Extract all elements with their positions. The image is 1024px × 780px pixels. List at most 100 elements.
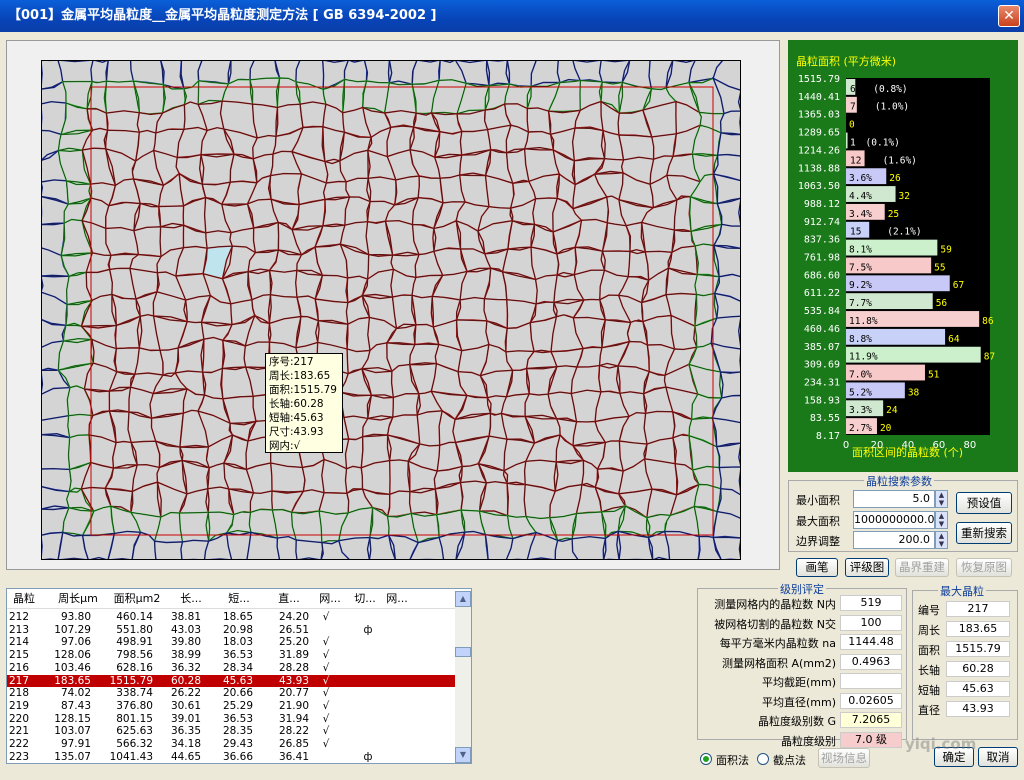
max-area-input[interactable]: 1000000000.0 xyxy=(853,511,935,529)
table-cell: 376.80 xyxy=(116,699,153,712)
grading-value: 100 xyxy=(840,614,902,631)
grading-label: 被网格切割的晶粒数 N交 xyxy=(714,617,836,631)
table-row[interactable]: 220 128.15 801.15 39.01 36.53 31.94 √ xyxy=(7,713,455,726)
table-row[interactable]: 221 103.07 625.63 36.35 28.35 28.22 √ xyxy=(7,725,455,738)
grain xyxy=(201,336,225,374)
table-row[interactable]: 215 128.06 798.56 38.99 36.53 31.89 √ xyxy=(7,649,455,662)
y-tick-label: 309.69 xyxy=(804,360,840,371)
grain xyxy=(105,60,135,84)
cancel-button[interactable]: 取消 xyxy=(978,747,1018,767)
restore-button[interactable]: 恢复原图 xyxy=(956,558,1012,577)
grain xyxy=(388,459,411,496)
table-cell: 460.14 xyxy=(116,611,153,623)
column-header[interactable]: 周长μm xyxy=(49,589,107,609)
min-area-input[interactable]: 5.0 xyxy=(853,490,935,508)
table-row[interactable]: 217 183.65 1515.79 60.28 45.63 43.93 √ xyxy=(7,674,455,687)
rebuild-button[interactable]: 晶界重建 xyxy=(895,558,949,577)
table-cell: √ xyxy=(322,725,330,738)
table-cell: 214 xyxy=(8,636,29,649)
brush-button[interactable]: 画笔 xyxy=(796,558,838,577)
field-info-button[interactable]: 视场信息 xyxy=(818,748,870,768)
tooltip-line: 面积:1515.79 xyxy=(269,384,337,396)
ok-button[interactable]: 确定 xyxy=(934,747,974,767)
grain xyxy=(411,294,435,328)
column-header[interactable]: 网... xyxy=(313,589,347,609)
table-row[interactable]: 218 74.02 338.74 26.22 20.66 20.77 √ xyxy=(7,687,455,700)
table-cell: ф xyxy=(363,623,373,636)
method-intercept-label[interactable]: 截点法 xyxy=(773,752,806,768)
y-tick-label: 158.93 xyxy=(804,395,840,406)
grain xyxy=(716,131,741,157)
table-row[interactable]: 223 135.07 1041.43 44.65 36.66 36.41 ф xyxy=(7,750,455,763)
method-area-label[interactable]: 面积法 xyxy=(716,752,749,768)
max-grain-label: 编号 xyxy=(918,604,940,617)
histogram-plot: 1515.79 1440.41 1365.03 1289.65 1214.26 1138.… xyxy=(798,74,995,450)
table-cell: 36.66 xyxy=(222,750,253,763)
table-cell: 798.56 xyxy=(116,649,153,662)
method-area-radio[interactable] xyxy=(700,753,712,765)
column-header[interactable]: 面积μm2 xyxy=(107,589,167,609)
value-label: 86 xyxy=(982,316,994,327)
column-header[interactable]: 切... xyxy=(349,589,381,609)
scroll-thumb[interactable] xyxy=(455,647,471,657)
table-cell: 30.61 xyxy=(170,699,201,712)
grain xyxy=(299,101,327,129)
table-cell: 60.28 xyxy=(170,674,201,687)
method-intercept-radio[interactable] xyxy=(757,753,769,765)
grain-image[interactable] xyxy=(41,60,741,560)
table-row[interactable]: 214 97.06 498.91 39.80 18.03 25.20 √ xyxy=(7,636,455,649)
table-row[interactable]: 219 87.43 376.80 30.61 25.29 21.90 √ xyxy=(7,700,455,713)
y-tick-label: 611.22 xyxy=(804,288,840,299)
percent-label: (1.0%) xyxy=(875,102,909,113)
percent-label: 11.9% xyxy=(849,352,878,363)
border-input[interactable]: 200.0 xyxy=(853,531,935,549)
column-header[interactable]: 晶粒 xyxy=(9,589,39,609)
column-header[interactable]: 网... xyxy=(381,589,413,609)
max-grain-label: 直径 xyxy=(918,704,940,717)
grading-value: 519 xyxy=(840,595,902,611)
scroll-down-icon[interactable]: ▼ xyxy=(455,747,471,763)
min-area-stepper[interactable]: ▲ ▼ xyxy=(935,490,948,508)
percent-label: 8.1% xyxy=(849,245,872,256)
table-cell: 36.53 xyxy=(222,712,253,725)
table-row[interactable]: 216 103.46 628.16 36.32 28.34 28.28 √ xyxy=(7,662,455,675)
grade-image-button[interactable]: 评级图 xyxy=(845,558,889,577)
scroll-up-icon[interactable]: ▲ xyxy=(455,591,471,607)
table-row[interactable]: 222 97.91 566.32 34.18 29.43 26.85 √ xyxy=(7,738,455,751)
percent-label: 7.7% xyxy=(849,298,872,309)
table-cell: 26.51 xyxy=(278,623,309,636)
table-cell: 625.63 xyxy=(116,725,153,738)
y-tick-label: 385.07 xyxy=(804,342,840,353)
percent-label: 7.5% xyxy=(849,262,872,273)
table-cell: 43.03 xyxy=(170,623,201,636)
table-cell: 36.41 xyxy=(278,750,309,763)
y-tick-label: 535.84 xyxy=(804,306,840,317)
research-button[interactable]: 重新搜索 xyxy=(956,522,1012,544)
grain-image-panel[interactable]: 序号:217 周长:183.65 面积:1515.79 长轴:60.28 短轴:45.6… xyxy=(6,40,780,570)
column-header[interactable]: 短... xyxy=(215,589,263,609)
plot-area xyxy=(846,78,990,435)
border-stepper[interactable]: ▲ ▼ xyxy=(935,531,948,549)
grain xyxy=(360,459,393,496)
value-label: 12 xyxy=(850,155,861,166)
grain-table[interactable]: 晶粒 周长μm 面积μm2 长... 短... 直... 网... 切... 网... 212 9… xyxy=(6,588,472,764)
grain xyxy=(290,510,323,544)
preset-button[interactable]: 预设值 xyxy=(956,492,1012,514)
table-cell: 29.43 xyxy=(222,738,253,750)
y-tick-label: 912.74 xyxy=(804,217,840,228)
table-cell: 45.63 xyxy=(222,674,253,687)
table-scrollbar[interactable]: ▲ ▼ xyxy=(455,591,471,763)
window-titlebar: 【001】金属平均晶粒度__金属平均晶粒度测定方法 [ GB 6394-2002… xyxy=(0,0,1024,32)
tooltip-line: 序号:217 xyxy=(269,356,314,368)
close-icon[interactable]: ✕ xyxy=(998,5,1020,27)
table-row[interactable]: 213 107.29 551.80 43.03 20.98 26.51 ф xyxy=(7,624,455,637)
table-row[interactable]: 212 93.80 460.14 38.81 18.65 24.20 √ xyxy=(7,611,455,624)
percent-label: 11.8% xyxy=(849,316,878,327)
grain xyxy=(392,392,420,419)
column-header[interactable]: 长... xyxy=(167,589,215,609)
max-area-stepper[interactable]: ▲ ▼ xyxy=(935,511,948,529)
table-cell: 97.91 xyxy=(60,738,91,750)
column-header[interactable]: 直... xyxy=(265,589,313,609)
tooltip-line: 短轴:45.63 xyxy=(269,412,324,424)
table-cell: 128.06 xyxy=(54,649,91,662)
